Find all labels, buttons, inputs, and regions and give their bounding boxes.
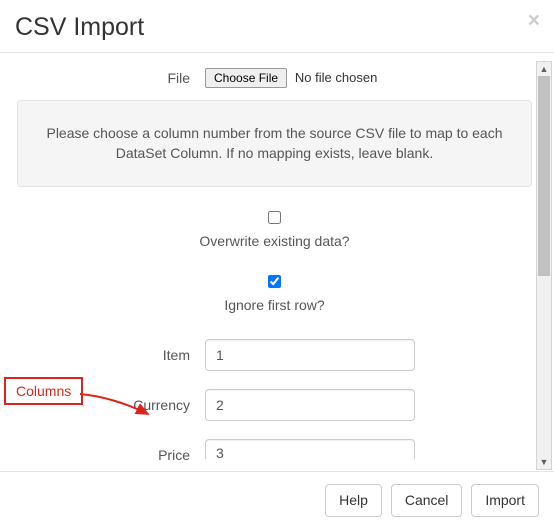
column-input-price[interactable] [205,439,415,459]
close-icon[interactable]: × [528,10,540,31]
column-label-item: Item [15,347,205,363]
overwrite-checkbox[interactable] [268,211,281,224]
modal-body: File Choose File No file chosen Please c… [0,53,554,478]
file-row: File Choose File No file chosen [15,68,534,88]
scroll-up-icon[interactable]: ▲ [537,62,551,76]
file-label: File [15,70,205,86]
column-label-price: Price [15,447,205,463]
ignore-first-checkbox[interactable] [268,275,281,288]
column-row-currency: Currency [15,389,534,421]
column-input-currency[interactable] [205,389,415,421]
import-button[interactable]: Import [471,484,539,517]
column-input-item[interactable] [205,339,415,371]
choose-file-button[interactable]: Choose File [205,68,287,88]
file-control: Choose File No file chosen [205,68,534,88]
ignore-first-label: Ignore first row? [15,297,534,313]
overwrite-label: Overwrite existing data? [15,233,534,249]
info-box: Please choose a column number from the s… [17,100,532,187]
help-button[interactable]: Help [325,484,382,517]
column-row-item: Item [15,339,534,371]
modal-title: CSV Import [15,12,539,42]
file-status: No file chosen [295,70,377,85]
modal-body-wrap: File Choose File No file chosen Please c… [0,53,554,478]
scroll-thumb[interactable] [538,76,550,276]
modal-footer: Help Cancel Import [0,471,554,529]
vertical-scrollbar[interactable]: ▲ ▼ [536,61,552,470]
column-row-price: Price [15,439,534,459]
annotation-columns-label: Columns [4,377,83,405]
modal-header: CSV Import × [0,0,554,53]
overwrite-row: Overwrite existing data? [15,211,534,249]
csv-import-modal: CSV Import × File Choose File No file ch… [0,0,554,529]
ignore-first-row: Ignore first row? [15,275,534,313]
scroll-down-icon[interactable]: ▼ [537,455,551,469]
cancel-button[interactable]: Cancel [391,484,463,517]
